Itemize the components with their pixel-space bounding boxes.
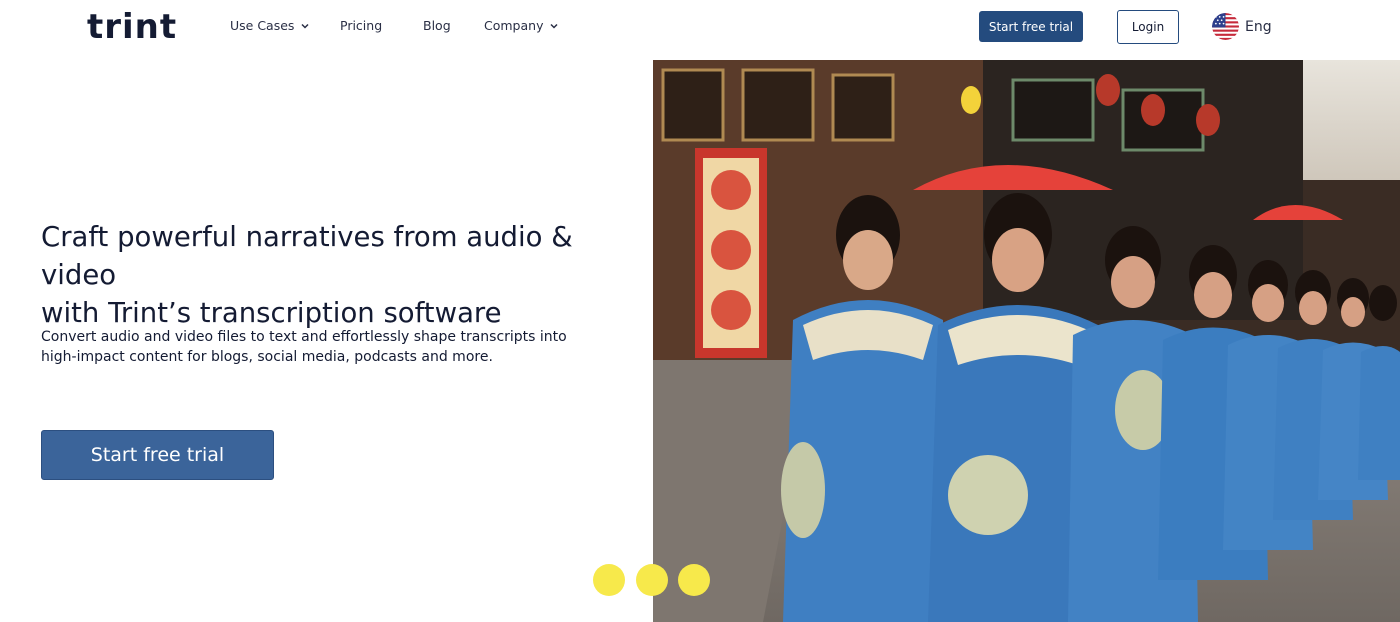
language-label: Eng: [1245, 18, 1272, 35]
hero-subtext: Convert audio and video files to text an…: [41, 329, 567, 365]
nav-pricing-label: Pricing: [340, 18, 383, 33]
us-flag-icon: [1212, 13, 1239, 40]
hero-photo: [653, 60, 1400, 622]
nav-pricing[interactable]: Pricing: [340, 18, 382, 33]
login-button[interactable]: Login: [1117, 10, 1179, 44]
chevron-down-icon: [550, 23, 558, 29]
hero-start-trial-button[interactable]: Start free trial: [41, 430, 274, 480]
nav-use-cases-label: Use Cases: [230, 18, 295, 33]
carousel-dot-1[interactable]: [593, 564, 625, 596]
language-selector[interactable]: Eng: [1212, 13, 1272, 40]
nav-blog-label: Blog: [423, 18, 451, 33]
nav-company[interactable]: Company: [484, 18, 559, 33]
hero-headline-line1: Craft powerful narratives from audio & v…: [41, 221, 573, 291]
header-start-trial-button[interactable]: Start free trial: [979, 11, 1083, 42]
carousel-dot-2[interactable]: [636, 564, 668, 596]
hero-headline: Craft powerful narratives from audio & v…: [41, 218, 641, 332]
nav-company-label: Company: [484, 18, 544, 33]
carousel-dot-3[interactable]: [678, 564, 710, 596]
nav-blog[interactable]: Blog: [423, 18, 451, 33]
nav-use-cases[interactable]: Use Cases: [230, 18, 310, 33]
chevron-down-icon: [301, 23, 309, 29]
trint-logo[interactable]: trint: [87, 7, 177, 47]
